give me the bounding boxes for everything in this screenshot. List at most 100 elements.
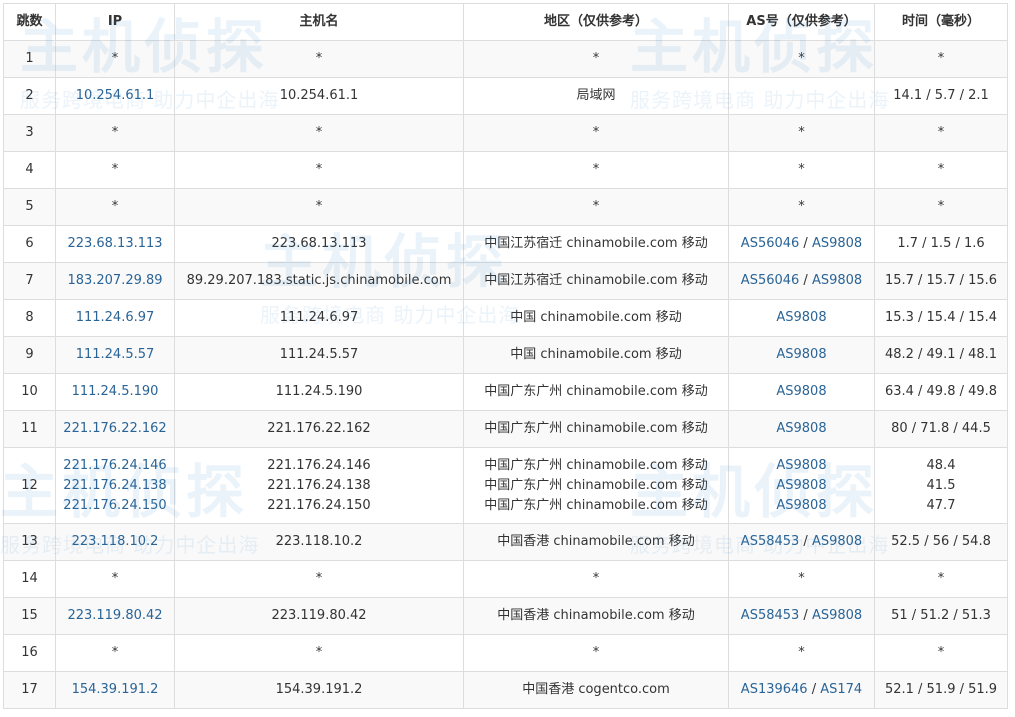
asn-separator: / — [799, 236, 812, 251]
asn-link[interactable]: AS56046 — [741, 236, 800, 251]
time-cell: * — [874, 634, 1008, 672]
hop-cell: 5 — [3, 188, 56, 226]
asn-link[interactable]: AS9808 — [812, 273, 862, 288]
asn-link[interactable]: AS56046 — [741, 273, 800, 288]
table-row: 12 221.176.24.146 221.176.24.138 221.176… — [3, 447, 1008, 524]
hop-cell: 14 — [3, 560, 56, 598]
asn-link[interactable]: AS9808 — [776, 347, 826, 362]
asn-link[interactable]: AS9808 — [812, 608, 862, 623]
table-row: 2 10.254.61.1 10.254.61.1 局域网 14.1 / 5.7… — [3, 77, 1008, 115]
asn-cell: * — [728, 634, 875, 672]
table-row: 6 223.68.13.113 223.68.13.113 中国江苏宿迁 chi… — [3, 225, 1008, 263]
asn-link[interactable]: AS9808 — [776, 310, 826, 325]
header-hop: 跳数 — [3, 3, 56, 41]
asn-cell: AS9808 — [728, 336, 875, 374]
table-row: 5 * * * * * — [3, 188, 1008, 226]
region-cell: * — [463, 560, 729, 598]
time-cell: * — [874, 560, 1008, 598]
host-cell: 223.119.80.42 — [174, 597, 464, 635]
hop-cell: 1 — [3, 40, 56, 78]
region-cell: 中国广东广州 chinamobile.com 移动 — [463, 410, 729, 448]
time-cell: * — [874, 188, 1008, 226]
ip-link[interactable]: 111.24.5.190 — [72, 384, 159, 399]
hop-cell: 12 — [3, 447, 56, 524]
table-row: 17 154.39.191.2 154.39.191.2 中国香港 cogent… — [3, 671, 1008, 709]
host-cell: * — [174, 114, 464, 152]
host-cell: 89.29.207.183.static.js.chinamobile.com — [174, 262, 464, 300]
asn-cell: * — [728, 188, 875, 226]
region-cell: * — [463, 188, 729, 226]
hop-cell: 6 — [3, 225, 56, 263]
ip-cell: 221.176.22.162 — [55, 410, 175, 448]
asn-link[interactable]: AS9808 — [776, 421, 826, 436]
asn-link[interactable]: AS9808 — [776, 458, 826, 473]
asn-separator: / — [807, 682, 821, 697]
ip-link[interactable]: 111.24.6.97 — [76, 310, 155, 325]
region-cell: 局域网 — [463, 77, 729, 115]
asn-link[interactable]: AS9808 — [812, 534, 862, 549]
host-cell: 223.118.10.2 — [174, 523, 464, 561]
table-row: 16 * * * * * — [3, 634, 1008, 672]
hop-cell: 2 — [3, 77, 56, 115]
hop-cell: 10 — [3, 373, 56, 411]
asn-link[interactable]: AS139646 — [741, 682, 808, 697]
ip-link[interactable]: 221.176.22.162 — [63, 421, 166, 436]
table-row: 10 111.24.5.190 111.24.5.190 中国广东广州 chin… — [3, 373, 1008, 411]
ip-cell: 111.24.5.190 — [55, 373, 175, 411]
ip-link[interactable]: 223.119.80.42 — [67, 608, 162, 623]
region-cell: 中国香港 chinamobile.com 移动 — [463, 523, 729, 561]
host-cell: * — [174, 188, 464, 226]
host-line: 221.176.24.146 — [267, 457, 371, 473]
asn-link[interactable]: AS9808 — [776, 498, 826, 513]
asn-separator: / — [799, 273, 812, 288]
time-cell: 52.1 / 51.9 / 51.9 — [874, 671, 1008, 709]
header-time: 时间（毫秒） — [874, 3, 1008, 41]
time-cell: 63.4 / 49.8 / 49.8 — [874, 373, 1008, 411]
asn-link[interactable]: AS9808 — [776, 384, 826, 399]
ip-link[interactable]: 10.254.61.1 — [76, 88, 155, 103]
hop-cell: 8 — [3, 299, 56, 337]
ip-link[interactable]: 183.207.29.89 — [67, 273, 162, 288]
region-cell: 中国广东广州 chinamobile.com 移动 — [463, 373, 729, 411]
region-cell: * — [463, 634, 729, 672]
asn-link[interactable]: AS9808 — [776, 478, 826, 493]
ip-cell: 221.176.24.146 221.176.24.138 221.176.24… — [55, 447, 175, 524]
hop-cell: 3 — [3, 114, 56, 152]
region-cell: * — [463, 151, 729, 189]
ip-link[interactable]: 223.68.13.113 — [67, 236, 162, 251]
time-cell: 15.3 / 15.4 / 15.4 — [874, 299, 1008, 337]
asn-cell: * — [728, 40, 875, 78]
time-cell: 1.7 / 1.5 / 1.6 — [874, 225, 1008, 263]
table-header-row: 跳数 IP 主机名 地区（仅供参考） AS号（仅供参考） 时间（毫秒） — [3, 3, 1008, 41]
table-row: 14 * * * * * — [3, 560, 1008, 598]
header-asn: AS号（仅供参考） — [728, 3, 875, 41]
ip-link[interactable]: 221.176.24.138 — [63, 478, 166, 493]
ip-link[interactable]: 223.118.10.2 — [72, 534, 159, 549]
ip-link[interactable]: 111.24.5.57 — [76, 347, 155, 362]
host-cell: 221.176.22.162 — [174, 410, 464, 448]
asn-link[interactable]: AS58453 — [741, 608, 800, 623]
asn-cell: * — [728, 114, 875, 152]
header-region: 地区（仅供参考） — [463, 3, 729, 41]
ip-cell: 223.118.10.2 — [55, 523, 175, 561]
table-row: 4 * * * * * — [3, 151, 1008, 189]
asn-cell: AS139646 / AS174 — [728, 671, 875, 709]
ip-cell: 111.24.5.57 — [55, 336, 175, 374]
asn-cell: * — [728, 560, 875, 598]
time-line: 47.7 — [926, 497, 956, 513]
asn-cell: AS58453 / AS9808 — [728, 523, 875, 561]
asn-link[interactable]: AS9808 — [812, 236, 862, 251]
asn-cell: AS58453 / AS9808 — [728, 597, 875, 635]
region-cell: 中国江苏宿迁 chinamobile.com 移动 — [463, 262, 729, 300]
ip-link[interactable]: 154.39.191.2 — [72, 682, 159, 697]
asn-cell — [728, 77, 875, 115]
host-cell: * — [174, 151, 464, 189]
table-row: 3 * * * * * — [3, 114, 1008, 152]
table-row: 13 223.118.10.2 223.118.10.2 中国香港 chinam… — [3, 523, 1008, 561]
asn-link[interactable]: AS58453 — [741, 534, 800, 549]
hop-cell: 17 — [3, 671, 56, 709]
host-line: 221.176.24.138 — [267, 477, 371, 493]
asn-link[interactable]: AS174 — [820, 682, 862, 697]
ip-link[interactable]: 221.176.24.150 — [63, 498, 166, 513]
ip-link[interactable]: 221.176.24.146 — [63, 458, 166, 473]
